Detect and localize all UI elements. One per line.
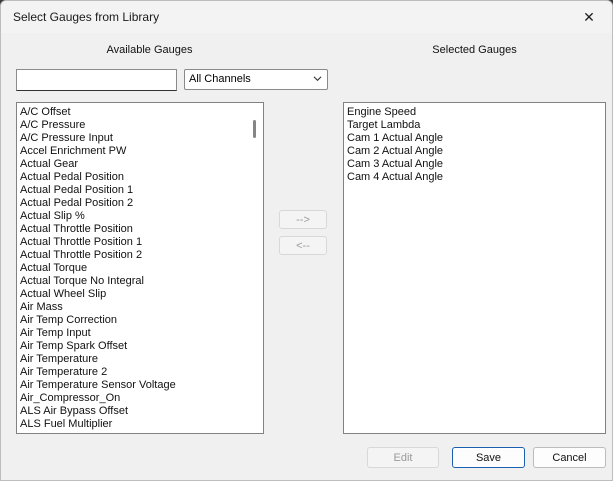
list-item[interactable]: Air Temperature	[20, 353, 263, 366]
list-item[interactable]: Actual Slip %	[20, 210, 263, 223]
list-item[interactable]: Actual Torque	[20, 262, 263, 275]
list-item[interactable]: Air Temperature Sensor Voltage	[20, 379, 263, 392]
list-item[interactable]: Actual Pedal Position 2	[20, 197, 263, 210]
list-item[interactable]: Engine Speed	[347, 106, 605, 119]
edit-button[interactable]: Edit	[367, 447, 439, 468]
list-item[interactable]: Actual Torque No Integral	[20, 275, 263, 288]
close-icon: ✕	[583, 8, 595, 25]
remove-gauge-button[interactable]: <--	[279, 236, 327, 255]
selected-gauges-heading: Selected Gauges	[432, 44, 517, 56]
list-item[interactable]: Actual Throttle Position 2	[20, 249, 263, 262]
list-item[interactable]: Cam 2 Actual Angle	[347, 145, 605, 158]
list-item[interactable]: ALS Fuel Multiplier	[20, 418, 263, 431]
list-item[interactable]: Actual Throttle Position	[20, 223, 263, 236]
list-item[interactable]: ALS Air Bypass Offset	[20, 405, 263, 418]
list-item[interactable]: Cam 3 Actual Angle	[347, 158, 605, 171]
list-item[interactable]: Cam 4 Actual Angle	[347, 171, 605, 184]
list-item[interactable]: Air Temp Correction	[20, 314, 263, 327]
list-item[interactable]: Actual Pedal Position 1	[20, 184, 263, 197]
list-item[interactable]: A/C Offset	[20, 106, 263, 119]
channel-filter-select[interactable]: All Channels	[184, 69, 328, 90]
available-gauges-list[interactable]: A/C Offset A/C Pressure A/C Pressure Input…	[16, 102, 264, 434]
list-item[interactable]: Accel Enrichment PW	[20, 145, 263, 158]
scrollbar-thumb[interactable]	[253, 120, 256, 138]
list-item[interactable]: Air_Compressor_On	[20, 392, 263, 405]
available-gauges-items: A/C Offset A/C Pressure A/C Pressure Input…	[17, 103, 263, 431]
list-item[interactable]: Actual Gear	[20, 158, 263, 171]
selected-gauges-items: Engine Speed Target Lambda Cam 1 Actual An…	[344, 103, 605, 184]
list-item[interactable]: Air Mass	[20, 301, 263, 314]
list-item[interactable]: Air Temp Input	[20, 327, 263, 340]
list-item[interactable]: Air Temp Spark Offset	[20, 340, 263, 353]
list-item[interactable]: Actual Wheel Slip	[20, 288, 263, 301]
add-gauge-button[interactable]: -->	[279, 210, 327, 229]
available-gauges-heading: Available Gauges	[106, 44, 193, 56]
selected-gauges-list[interactable]: Engine Speed Target Lambda Cam 1 Actual An…	[343, 102, 606, 434]
available-list-scrollbar[interactable]	[246, 103, 263, 433]
list-item[interactable]: Target Lambda	[347, 119, 605, 132]
search-input[interactable]	[16, 69, 177, 91]
list-item[interactable]: Actual Throttle Position 1	[20, 236, 263, 249]
chevron-down-icon	[313, 76, 322, 82]
title-bar[interactable]: Select Gauges from Library ✕	[1, 1, 612, 33]
list-item[interactable]: Actual Pedal Position	[20, 171, 263, 184]
close-button[interactable]: ✕	[566, 1, 612, 33]
list-item[interactable]: Air Temperature 2	[20, 366, 263, 379]
list-item[interactable]: A/C Pressure	[20, 119, 263, 132]
cancel-button[interactable]: Cancel	[533, 447, 606, 468]
save-button[interactable]: Save	[452, 447, 525, 468]
list-item[interactable]: Cam 1 Actual Angle	[347, 132, 605, 145]
select-gauges-dialog: Select Gauges from Library ✕ Available G…	[0, 0, 613, 481]
list-item[interactable]: A/C Pressure Input	[20, 132, 263, 145]
dialog-title: Select Gauges from Library	[13, 10, 160, 24]
channel-filter-value: All Channels	[189, 73, 251, 85]
